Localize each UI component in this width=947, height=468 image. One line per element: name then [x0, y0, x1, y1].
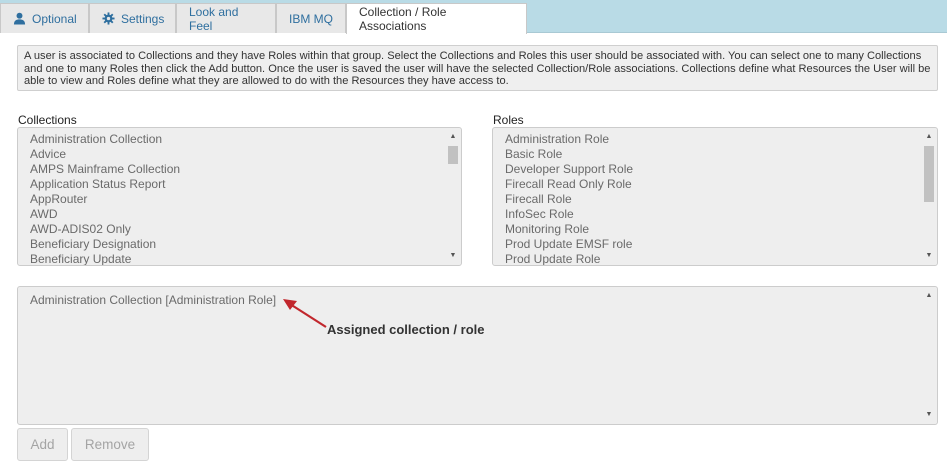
collection-item[interactable]: Administration Collection [30, 132, 461, 147]
add-button[interactable]: Add [17, 428, 68, 461]
tab-look-and-feel[interactable]: Look and Feel [176, 3, 276, 33]
role-item[interactable]: InfoSec Role [505, 207, 937, 222]
scroll-up-arrow-icon[interactable]: ▲ [923, 132, 935, 142]
scroll-thumb[interactable] [448, 146, 458, 164]
role-item[interactable]: Monitoring Role [505, 222, 937, 237]
role-item[interactable]: Administration Role [505, 132, 937, 147]
tab-label: Settings [121, 11, 165, 26]
scroll-thumb[interactable] [924, 146, 934, 202]
roles-listbox[interactable]: Administration Role Basic Role Developer… [492, 127, 938, 266]
scroll-up-arrow-icon[interactable]: ▲ [923, 291, 935, 301]
tab-bar: Optional Settings Look and Feel IBM MQ C… [0, 0, 947, 34]
tab-label: IBM MQ [289, 11, 333, 26]
annotation-label: Assigned collection / role [327, 322, 485, 337]
assigned-scrollbar[interactable]: ▲ ▼ [923, 291, 935, 420]
tab-optional[interactable]: Optional [0, 3, 89, 33]
role-item[interactable]: Basic Role [505, 147, 937, 162]
gear-icon [102, 12, 115, 25]
collection-item[interactable]: Advice [30, 147, 461, 162]
role-item[interactable]: Prod Update EMSF role [505, 237, 937, 252]
role-item[interactable]: Firecall Read Only Role [505, 177, 937, 192]
collection-item[interactable]: Application Status Report [30, 177, 461, 192]
scroll-up-arrow-icon[interactable]: ▲ [447, 132, 459, 142]
tab-settings[interactable]: Settings [89, 3, 176, 33]
collections-scrollbar[interactable]: ▲ ▼ [447, 132, 459, 261]
assigned-item[interactable]: Administration Collection [Administratio… [30, 293, 276, 307]
scroll-down-arrow-icon[interactable]: ▼ [447, 251, 459, 261]
collection-item[interactable]: AWD-ADIS02 Only [30, 222, 461, 237]
scroll-down-arrow-icon[interactable]: ▼ [923, 410, 935, 420]
roles-scrollbar[interactable]: ▲ ▼ [923, 132, 935, 261]
collections-listbox[interactable]: Administration Collection Advice AMPS Ma… [17, 127, 462, 266]
collection-item[interactable]: AppRouter [30, 192, 461, 207]
scroll-down-arrow-icon[interactable]: ▼ [923, 251, 935, 261]
role-item[interactable]: Prod Update Role [505, 252, 937, 265]
help-text: A user is associated to Collections and … [17, 45, 938, 91]
tab-collection-role-associations[interactable]: Collection / Role Associations [346, 3, 527, 34]
collections-label: Collections [18, 113, 77, 127]
collection-item[interactable]: Beneficiary Update [30, 252, 461, 265]
role-item[interactable]: Firecall Role [505, 192, 937, 207]
collection-item[interactable]: Beneficiary Designation [30, 237, 461, 252]
annotation-arrow-icon [283, 299, 327, 328]
assigned-associations-listbox[interactable]: Administration Collection [Administratio… [17, 286, 938, 425]
tab-label: Collection / Role Associations [359, 5, 447, 33]
tab-label: Look and Feel [189, 4, 239, 33]
remove-button[interactable]: Remove [71, 428, 149, 461]
user-icon [13, 12, 26, 25]
role-item[interactable]: Developer Support Role [505, 162, 937, 177]
collection-item[interactable]: AWD [30, 207, 461, 222]
tab-ibm-mq[interactable]: IBM MQ [276, 3, 346, 33]
collection-item[interactable]: AMPS Mainframe Collection [30, 162, 461, 177]
roles-label: Roles [493, 113, 524, 127]
tab-label: Optional [32, 11, 77, 26]
